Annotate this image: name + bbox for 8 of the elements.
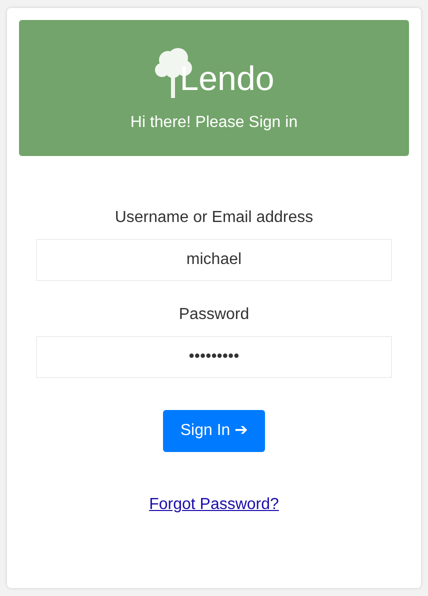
- input-field[interactable]: •••••••••: [36, 336, 392, 378]
- greeting-text: Hi there! Please Sign in: [130, 113, 298, 133]
- input-field[interactable]: michael: [36, 239, 392, 281]
- logo-text: Lendo: [180, 62, 274, 98]
- sign-in-button[interactable]: Sign In ➔: [163, 410, 265, 452]
- forgot-password-link[interactable]: Forgot Password?: [149, 493, 279, 517]
- field-label: Username or Email address: [114, 208, 314, 228]
- field-label: Password: [178, 305, 250, 325]
